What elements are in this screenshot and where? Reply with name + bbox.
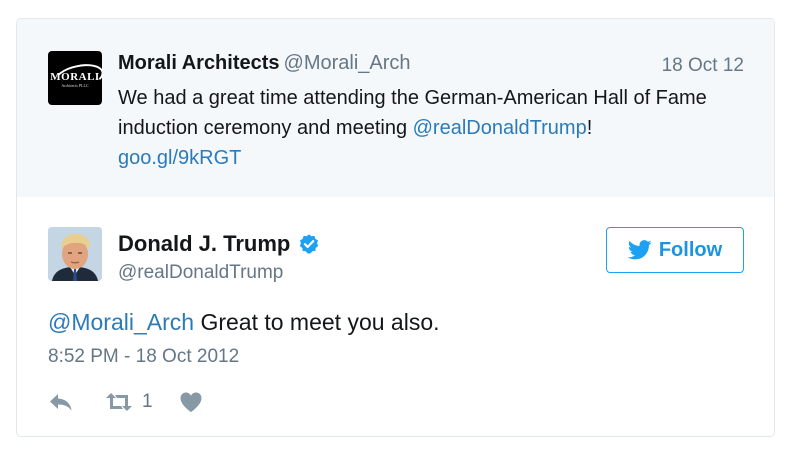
quoted-author[interactable]: Morali Architects @Morali_Arch — [118, 52, 411, 75]
follow-button[interactable]: Follow — [606, 227, 744, 273]
tweet-mention-link[interactable]: @Morali_Arch — [48, 309, 194, 335]
quoted-date[interactable]: 18 Oct 12 — [662, 55, 744, 77]
portrait-image — [48, 227, 102, 281]
like-button[interactable] — [179, 391, 203, 413]
reply-icon — [50, 394, 72, 411]
heart-icon — [180, 392, 202, 412]
author-handle[interactable]: @realDonaldTrump — [118, 262, 283, 284]
quoted-url-link[interactable]: goo.gl/9kRGT — [118, 147, 241, 169]
retweet-count: 1 — [142, 391, 153, 412]
twitter-bird-icon — [627, 240, 652, 260]
retweet-button[interactable]: 1 — [104, 391, 153, 413]
quoted-text-end: ! — [586, 117, 593, 139]
quoted-mention-link[interactable]: @realDonaldTrump — [413, 117, 587, 139]
tweet-actions: 1 — [48, 389, 203, 415]
tweet-text: @Morali_Arch Great to meet you also. — [48, 309, 440, 336]
logo-subtext: Architects PLLC — [61, 82, 89, 88]
author-avatar[interactable] — [48, 227, 102, 281]
reply-button[interactable] — [48, 391, 76, 413]
quoted-avatar[interactable]: MORALI Architects PLLC — [48, 51, 102, 105]
tweet-timestamp[interactable]: 8:52 PM - 18 Oct 2012 — [48, 346, 239, 368]
quoted-display-name[interactable]: Morali Architects — [118, 52, 280, 74]
quoted-handle[interactable]: @Morali_Arch — [284, 52, 411, 74]
tweet-card: MORALI Architects PLLC Morali Architects… — [16, 18, 775, 437]
quoted-text: We had a great time attending the German… — [118, 83, 758, 173]
retweet-icon — [106, 393, 132, 411]
tweet-text-body: Great to meet you also. — [194, 309, 440, 335]
quoted-tweet[interactable]: MORALI Architects PLLC Morali Architects… — [17, 19, 774, 197]
follow-label: Follow — [658, 238, 723, 261]
logo-text: MORALI — [50, 70, 100, 83]
author-display-name[interactable]: Donald J. Trump — [118, 231, 290, 257]
author-name-row[interactable]: Donald J. Trump — [118, 231, 320, 257]
verified-badge-icon — [300, 234, 319, 254]
